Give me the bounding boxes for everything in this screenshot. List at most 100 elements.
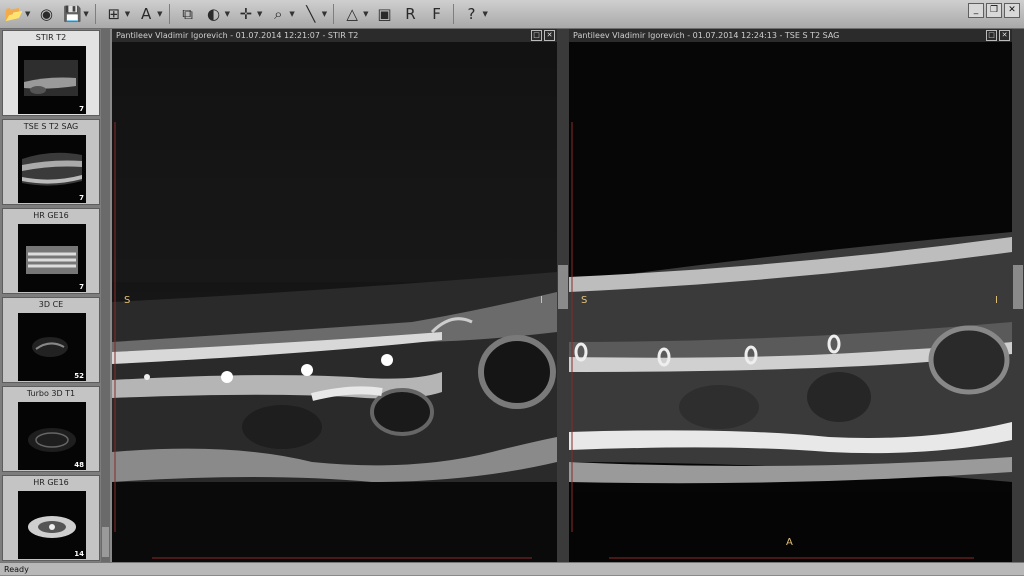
- open-button[interactable]: 📂 ▼: [2, 2, 32, 26]
- series-thumbnail[interactable]: 48: [18, 402, 86, 470]
- orientation-label-bottom: A: [786, 537, 793, 548]
- toolbar-separator: [94, 4, 96, 24]
- chevron-down-icon: ▼: [224, 10, 230, 18]
- viewport-buttons: □ ✕: [531, 30, 555, 41]
- mri-image-stir[interactable]: [112, 42, 557, 562]
- pan-icon: ✛: [239, 4, 253, 23]
- cine-button[interactable]: ▣: [373, 2, 397, 26]
- pan-button[interactable]: ✛ ▼: [234, 2, 264, 26]
- series-item-turbo-3d-t1[interactable]: Turbo 3D T1 48: [2, 386, 100, 472]
- series-stack-icon: ⧉: [182, 4, 193, 23]
- series-thumbnail[interactable]: 7: [18, 135, 86, 203]
- close-button[interactable]: ✕: [1004, 3, 1020, 18]
- viewport-title: Pantileev Vladimir Igorevich - 01.07.201…: [116, 31, 359, 40]
- series-title: 3D CE: [38, 300, 64, 309]
- chevron-down-icon: ▼: [83, 10, 89, 18]
- fusion-button[interactable]: F: [425, 2, 449, 26]
- toolbar-separator: [333, 4, 335, 24]
- chevron-down-icon: ▼: [256, 10, 263, 18]
- restore-button[interactable]: ❐: [986, 3, 1002, 18]
- orientation-label-right: I: [995, 295, 998, 306]
- series-thumbnail[interactable]: 14: [18, 491, 86, 559]
- sidebar-scrollbar[interactable]: [101, 29, 110, 562]
- orientation-label-right: I: [540, 295, 543, 306]
- viewport-right-scrollbar[interactable]: [1012, 29, 1024, 562]
- chevron-down-icon: ▼: [25, 10, 31, 18]
- series-item-hr-ge16-axial[interactable]: HR GE16 14: [2, 475, 100, 561]
- status-text: Ready: [4, 565, 29, 574]
- series-title: STIR T2: [35, 33, 67, 42]
- series-item-3d-ce[interactable]: 3D CE 52: [2, 297, 100, 383]
- chevron-down-icon: ▼: [363, 10, 369, 18]
- series-thumbnail[interactable]: 52: [18, 313, 86, 381]
- toolbar-separator: [452, 4, 454, 24]
- close-viewport-button[interactable]: ✕: [999, 30, 1010, 41]
- disc-button[interactable]: ◉: [34, 2, 58, 26]
- series-item-tse-s-t2-sag[interactable]: TSE S T2 SAG 7: [2, 119, 100, 205]
- chevron-down-icon: ▼: [482, 10, 488, 18]
- viewport-left-scrollbar[interactable]: [557, 29, 569, 562]
- series-item-hr-ge16[interactable]: HR GE16 7: [2, 208, 100, 294]
- series-sidebar: STIR T2 7 TSE S T2 SAG 7 HR GE16 7 3D CE…: [0, 29, 110, 562]
- scrollbar-thumb[interactable]: [102, 527, 109, 557]
- maximize-viewport-button[interactable]: □: [986, 30, 997, 41]
- thumbnail-image: [18, 313, 86, 381]
- fusion-icon: F: [432, 4, 441, 23]
- thumbnail-image: [18, 46, 86, 114]
- save-button[interactable]: 💾 ▼: [60, 2, 90, 26]
- toolbar-separator: [168, 4, 170, 24]
- series-thumbnail[interactable]: 7: [18, 224, 86, 292]
- help-button[interactable]: ? ▼: [460, 2, 490, 26]
- series-title: HR GE16: [33, 478, 69, 487]
- reslice-button[interactable]: △ ▼: [340, 2, 370, 26]
- scrollbar-thumb[interactable]: [558, 265, 568, 309]
- help-icon: ?: [467, 4, 476, 23]
- annotation-text-icon: A: [141, 4, 152, 23]
- save-icon: 💾: [63, 4, 82, 23]
- chevron-down-icon: ▼: [321, 10, 328, 18]
- close-viewport-button[interactable]: ✕: [544, 30, 555, 41]
- window-level-icon: ◐: [207, 4, 221, 23]
- measure-button[interactable]: ╲ ▼: [299, 2, 329, 26]
- viewport-header: Pantileev Vladimir Igorevich - 01.07.201…: [112, 29, 557, 42]
- disc-icon: ◉: [39, 4, 53, 23]
- image-count: 52: [74, 372, 84, 380]
- zoom-button[interactable]: ⌕ ▼: [266, 2, 296, 26]
- image-count: 48: [74, 461, 84, 469]
- image-count: 7: [79, 105, 84, 113]
- maximize-viewport-button[interactable]: □: [531, 30, 542, 41]
- annotation-button[interactable]: A ▼: [134, 2, 164, 26]
- series-button[interactable]: ⧉: [176, 2, 200, 26]
- status-bar: Ready: [0, 562, 1024, 575]
- viewport-title: Pantileev Vladimir Igorevich - 01.07.201…: [573, 31, 840, 40]
- chevron-down-icon: ▼: [124, 10, 131, 18]
- measure-line-icon: ╲: [306, 4, 316, 23]
- image-count: 7: [79, 194, 84, 202]
- series-item-stir-t2[interactable]: STIR T2 7: [2, 30, 100, 116]
- scrollbar-thumb[interactable]: [1013, 265, 1023, 309]
- image-count: 7: [79, 283, 84, 291]
- series-title: HR GE16: [33, 211, 69, 220]
- zoom-icon: ⌕: [274, 4, 283, 23]
- thumbnail-image: [18, 135, 86, 203]
- window-controls: _ ❐ ✕: [968, 3, 1020, 18]
- thumbnail-image: [18, 224, 86, 292]
- viewport-left[interactable]: Pantileev Vladimir Igorevich - 01.07.201…: [112, 29, 557, 562]
- image-count: 14: [74, 550, 84, 558]
- open-folder-icon: 📂: [4, 4, 24, 23]
- window-level-button[interactable]: ◐ ▼: [202, 2, 232, 26]
- main-toolbar: 📂 ▼ ◉ 💾 ▼ ⊞ ▼ A ▼ ⧉ ◐ ▼ ✛ ▼ ⌕ ▼ ╲ ▼ △ ▼ ▣ R F ? ▼: [0, 0, 1024, 29]
- layout-button[interactable]: ⊞ ▼: [102, 2, 132, 26]
- chevron-down-icon: ▼: [157, 10, 163, 18]
- 3d-render-button[interactable]: R: [399, 2, 423, 26]
- series-title: Turbo 3D T1: [26, 389, 76, 398]
- mri-image-tse-t2[interactable]: [569, 42, 1012, 562]
- cine-icon: ▣: [377, 4, 392, 23]
- series-thumbnail[interactable]: 7: [18, 46, 86, 114]
- thumbnail-image: [18, 491, 86, 559]
- 3d-render-icon: R: [405, 4, 416, 23]
- reslice-icon: △: [346, 4, 358, 23]
- chevron-down-icon: ▼: [289, 10, 295, 18]
- viewport-right[interactable]: Pantileev Vladimir Igorevich - 01.07.201…: [569, 29, 1012, 562]
- minimize-button[interactable]: _: [968, 3, 984, 18]
